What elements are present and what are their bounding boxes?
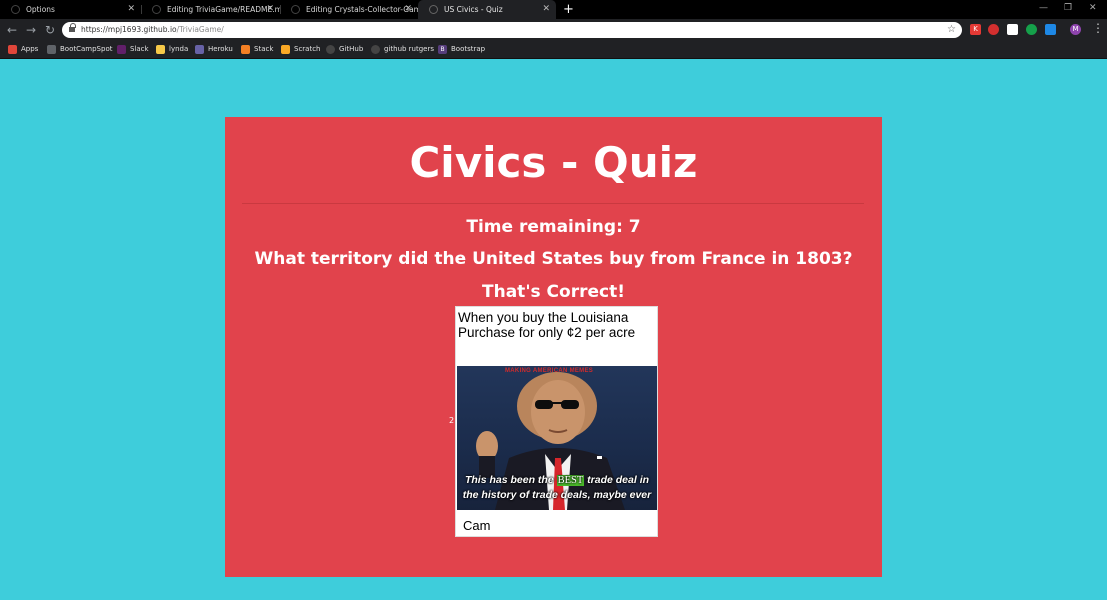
forward-arrow-icon[interactable]: → — [26, 21, 36, 39]
bookmark-slack[interactable]: Slack — [117, 41, 149, 59]
extension-icon[interactable]: K — [970, 24, 981, 35]
scratch-icon — [281, 45, 290, 54]
github-icon — [326, 45, 335, 54]
bookmark-scratch[interactable]: Scratch — [281, 41, 321, 59]
time-remaining: Time remaining: 7 — [466, 217, 641, 237]
bookmark-bootcampspot[interactable]: BootCampSpot — [47, 41, 112, 59]
heroku-icon — [195, 45, 204, 54]
bookmark-stack[interactable]: Stack — [241, 41, 273, 59]
maximize-icon[interactable]: ❐ — [1064, 0, 1072, 16]
back-arrow-icon[interactable]: ← — [7, 21, 17, 39]
apps-icon — [8, 45, 17, 54]
meme-caption: When you buy the Louisiana Purchase for … — [458, 310, 636, 340]
close-icon[interactable]: ✕ — [266, 0, 274, 19]
meme-subtitle: This has been the BEST trade deal in the… — [462, 474, 652, 501]
reload-icon[interactable]: ↻ — [45, 21, 55, 39]
close-window-icon[interactable]: ✕ — [1089, 0, 1097, 16]
bookmark-heroku[interactable]: Heroku — [195, 41, 233, 59]
avatar[interactable]: M — [1070, 24, 1081, 35]
lock-icon — [69, 23, 76, 33]
minimize-icon[interactable]: — — [1039, 0, 1048, 16]
bookmark-bootstrap[interactable]: B Bootstrap — [438, 41, 485, 59]
bookmark-lynda[interactable]: lynda — [156, 41, 188, 59]
bookmark-star-icon[interactable]: ☆ — [947, 22, 956, 38]
title-divider — [242, 203, 864, 204]
bookmark-apps[interactable]: Apps — [8, 41, 38, 59]
stackoverflow-icon — [241, 45, 250, 54]
bookmarks-bar: Apps BootCampSpot Slack lynda Heroku Sta… — [0, 41, 1107, 59]
slack-icon — [117, 45, 126, 54]
extension-icon[interactable] — [1007, 24, 1018, 35]
close-icon[interactable]: ✕ — [404, 0, 412, 19]
github-icon — [11, 5, 20, 14]
meme-photo: MAKING AMERICAN MEMES This has been the … — [457, 366, 657, 510]
address-bar[interactable]: https://mpj1693.github.io/TriviaGame/ ☆ — [62, 22, 962, 38]
tab-readme[interactable]: Editing TriviaGame/README.md ✕ — [141, 0, 280, 19]
github-icon — [291, 5, 300, 14]
new-tab-button[interactable]: + — [563, 0, 574, 19]
answer-meme-image: When you buy the Louisiana Purchase for … — [455, 306, 658, 537]
github-icon — [371, 45, 380, 54]
bootstrap-icon: B — [438, 45, 447, 54]
page-icon — [429, 5, 438, 14]
tab-us-civics-quiz[interactable]: US Civics - Quiz ✕ — [418, 0, 556, 19]
browser-toolbar: ← → ↻ https://mpj1693.github.io/TriviaGa… — [0, 19, 1107, 41]
github-icon — [152, 5, 161, 14]
close-icon[interactable]: ✕ — [127, 0, 135, 19]
page-icon — [47, 45, 56, 54]
more-menu-icon[interactable]: ⋮ — [1092, 21, 1104, 35]
extension-icon[interactable] — [988, 24, 999, 35]
question-text: What territory did the United States buy… — [254, 249, 853, 269]
extension-icon[interactable] — [1045, 24, 1056, 35]
page-title: Civics - Quiz — [409, 138, 698, 187]
grammarly-icon[interactable] — [1026, 24, 1037, 35]
close-icon[interactable]: ✕ — [542, 0, 550, 19]
meme-credit: Cam — [463, 518, 491, 533]
bookmark-github[interactable]: GitHub — [326, 41, 363, 59]
tab-crystals[interactable]: Editing Crystals-Collector-Game/ ✕ — [280, 0, 418, 19]
bookmark-github-rutgers[interactable]: github rutgers — [371, 41, 434, 59]
url-text: https://mpj1693.github.io/TriviaGame/ — [81, 25, 224, 34]
lynda-icon — [156, 45, 165, 54]
stray-number: 2 — [449, 416, 455, 425]
browser-tab-strip: Options ✕ Editing TriviaGame/README.md ✕… — [0, 0, 1107, 19]
tab-options[interactable]: Options ✕ — [0, 0, 141, 19]
answer-result: That's Correct! — [482, 282, 625, 302]
